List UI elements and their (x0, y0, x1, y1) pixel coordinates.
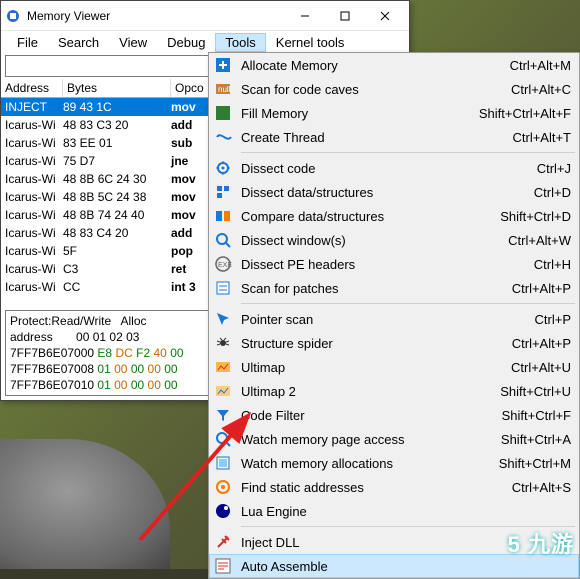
menu-file[interactable]: File (7, 33, 48, 52)
fill-icon (213, 103, 233, 123)
tools-menu-allocate-memory[interactable]: Allocate MemoryCtrl+Alt+M (209, 53, 579, 77)
menu-item-shortcut: Shift+Ctrl+D (500, 209, 571, 224)
dissect-icon (213, 158, 233, 178)
tools-menu-fill-memory[interactable]: Fill MemoryShift+Ctrl+Alt+F (209, 101, 579, 125)
menu-item-label: Allocate Memory (241, 58, 510, 73)
menu-item-shortcut: Ctrl+D (534, 185, 571, 200)
menu-item-shortcut: Shift+Ctrl+Alt+F (479, 106, 571, 121)
menu-tools[interactable]: Tools (215, 33, 265, 52)
watchpage-icon (213, 429, 233, 449)
menu-item-shortcut: Ctrl+Alt+W (508, 233, 571, 248)
ultimap2-icon (213, 381, 233, 401)
menu-separator (241, 303, 575, 304)
tools-menu-scan-for-code-caves[interactable]: null Scan for code cavesCtrl+Alt+C (209, 77, 579, 101)
menu-separator (241, 152, 575, 153)
tools-menu-dissect-pe-headers[interactable]: EXE Dissect PE headersCtrl+H (209, 252, 579, 276)
spider-icon (213, 333, 233, 353)
tools-menu-ultimap-2[interactable]: Ultimap 2Shift+Ctrl+U (209, 379, 579, 403)
menu-view[interactable]: View (109, 33, 157, 52)
maximize-button[interactable] (325, 2, 365, 30)
menu-item-label: Code Filter (241, 408, 502, 423)
menu-item-label: Find static addresses (241, 480, 512, 495)
menu-item-shortcut: Ctrl+Alt+M (510, 58, 571, 73)
menu-item-label: Watch memory allocations (241, 456, 499, 471)
menu-item-shortcut: Ctrl+Alt+T (512, 130, 571, 145)
tools-menu-dropdown: Allocate MemoryCtrl+Alt+M null Scan for co… (208, 52, 580, 579)
tools-menu-pointer-scan[interactable]: Pointer scanCtrl+P (209, 307, 579, 331)
svg-text:null: null (218, 85, 231, 94)
menu-item-label: Fill Memory (241, 106, 479, 121)
pointer-icon (213, 309, 233, 329)
menu-item-label: Scan for patches (241, 281, 512, 296)
watchalloc-icon (213, 453, 233, 473)
svg-text:EXE: EXE (218, 262, 232, 269)
window-icon (213, 230, 233, 250)
menu-item-shortcut: Shift+Ctrl+A (501, 432, 571, 447)
tools-menu-watch-memory-allocations[interactable]: Watch memory allocationsShift+Ctrl+M (209, 451, 579, 475)
menu-item-label: Ultimap 2 (241, 384, 500, 399)
pe-icon: EXE (213, 254, 233, 274)
menu-item-label: Scan for code caves (241, 82, 511, 97)
watermark: 5 九游 (508, 527, 574, 559)
menu-kernel-tools[interactable]: Kernel tools (266, 33, 355, 52)
menu-item-shortcut: Shift+Ctrl+M (499, 456, 571, 471)
tools-menu-lua-engine[interactable]: Lua Engine (209, 499, 579, 523)
menu-item-label: Dissect window(s) (241, 233, 508, 248)
menu-item-label: Auto Assemble (241, 559, 571, 574)
thread-icon (213, 127, 233, 147)
col-address[interactable]: Address (1, 79, 63, 97)
menu-item-label: Dissect data/structures (241, 185, 534, 200)
app-icon (5, 8, 21, 24)
menu-item-shortcut: Ctrl+Alt+P (512, 281, 571, 296)
inject-icon (213, 532, 233, 552)
compare-icon (213, 206, 233, 226)
menubar: FileSearchViewDebugToolsKernel tools (1, 31, 409, 53)
menu-item-label: Dissect code (241, 161, 537, 176)
tools-menu-create-thread[interactable]: Create ThreadCtrl+Alt+T (209, 125, 579, 149)
menu-item-shortcut: Ctrl+P (535, 312, 571, 327)
menu-item-label: Compare data/structures (241, 209, 500, 224)
ultimap-icon (213, 357, 233, 377)
tools-menu-ultimap[interactable]: UltimapCtrl+Alt+U (209, 355, 579, 379)
menu-item-shortcut: Ctrl+H (534, 257, 571, 272)
menu-item-label: Ultimap (241, 360, 511, 375)
tools-menu-structure-spider[interactable]: Structure spiderCtrl+Alt+P (209, 331, 579, 355)
tools-menu-dissect-code[interactable]: Dissect codeCtrl+J (209, 156, 579, 180)
menu-item-label: Lua Engine (241, 504, 571, 519)
asm-icon (213, 556, 233, 576)
patch-icon (213, 278, 233, 298)
window-title: Memory Viewer (27, 9, 285, 23)
menu-item-label: Pointer scan (241, 312, 535, 327)
menu-item-label: Watch memory page access (241, 432, 501, 447)
tools-menu-watch-memory-page-access[interactable]: Watch memory page accessShift+Ctrl+A (209, 427, 579, 451)
plus-icon (213, 55, 233, 75)
scan-icon: null (213, 79, 233, 99)
menu-item-shortcut: Ctrl+Alt+U (511, 360, 571, 375)
struct-icon (213, 182, 233, 202)
menu-item-label: Create Thread (241, 130, 512, 145)
col-bytes[interactable]: Bytes (63, 79, 171, 97)
menu-debug[interactable]: Debug (157, 33, 215, 52)
menu-item-shortcut: Shift+Ctrl+U (500, 384, 571, 399)
tools-menu-find-static-addresses[interactable]: Find static addressesCtrl+Alt+S (209, 475, 579, 499)
menu-item-label: Dissect PE headers (241, 257, 534, 272)
menu-item-shortcut: Shift+Ctrl+F (502, 408, 571, 423)
lua-icon (213, 501, 233, 521)
menu-item-shortcut: Ctrl+J (537, 161, 571, 176)
titlebar[interactable]: Memory Viewer (1, 1, 409, 31)
minimize-button[interactable] (285, 2, 325, 30)
filter-icon (213, 405, 233, 425)
menu-search[interactable]: Search (48, 33, 109, 52)
menu-item-shortcut: Ctrl+Alt+P (512, 336, 571, 351)
findstatic-icon (213, 477, 233, 497)
menu-item-shortcut: Ctrl+Alt+S (512, 480, 571, 495)
menu-item-label: Structure spider (241, 336, 512, 351)
tools-menu-compare-data-structures[interactable]: Compare data/structuresShift+Ctrl+D (209, 204, 579, 228)
tools-menu-dissect-window-s-[interactable]: Dissect window(s)Ctrl+Alt+W (209, 228, 579, 252)
menu-item-shortcut: Ctrl+Alt+C (511, 82, 571, 97)
tools-menu-code-filter[interactable]: Code FilterShift+Ctrl+F (209, 403, 579, 427)
close-button[interactable] (365, 2, 405, 30)
tools-menu-scan-for-patches[interactable]: Scan for patchesCtrl+Alt+P (209, 276, 579, 300)
tools-menu-dissect-data-structures[interactable]: Dissect data/structuresCtrl+D (209, 180, 579, 204)
